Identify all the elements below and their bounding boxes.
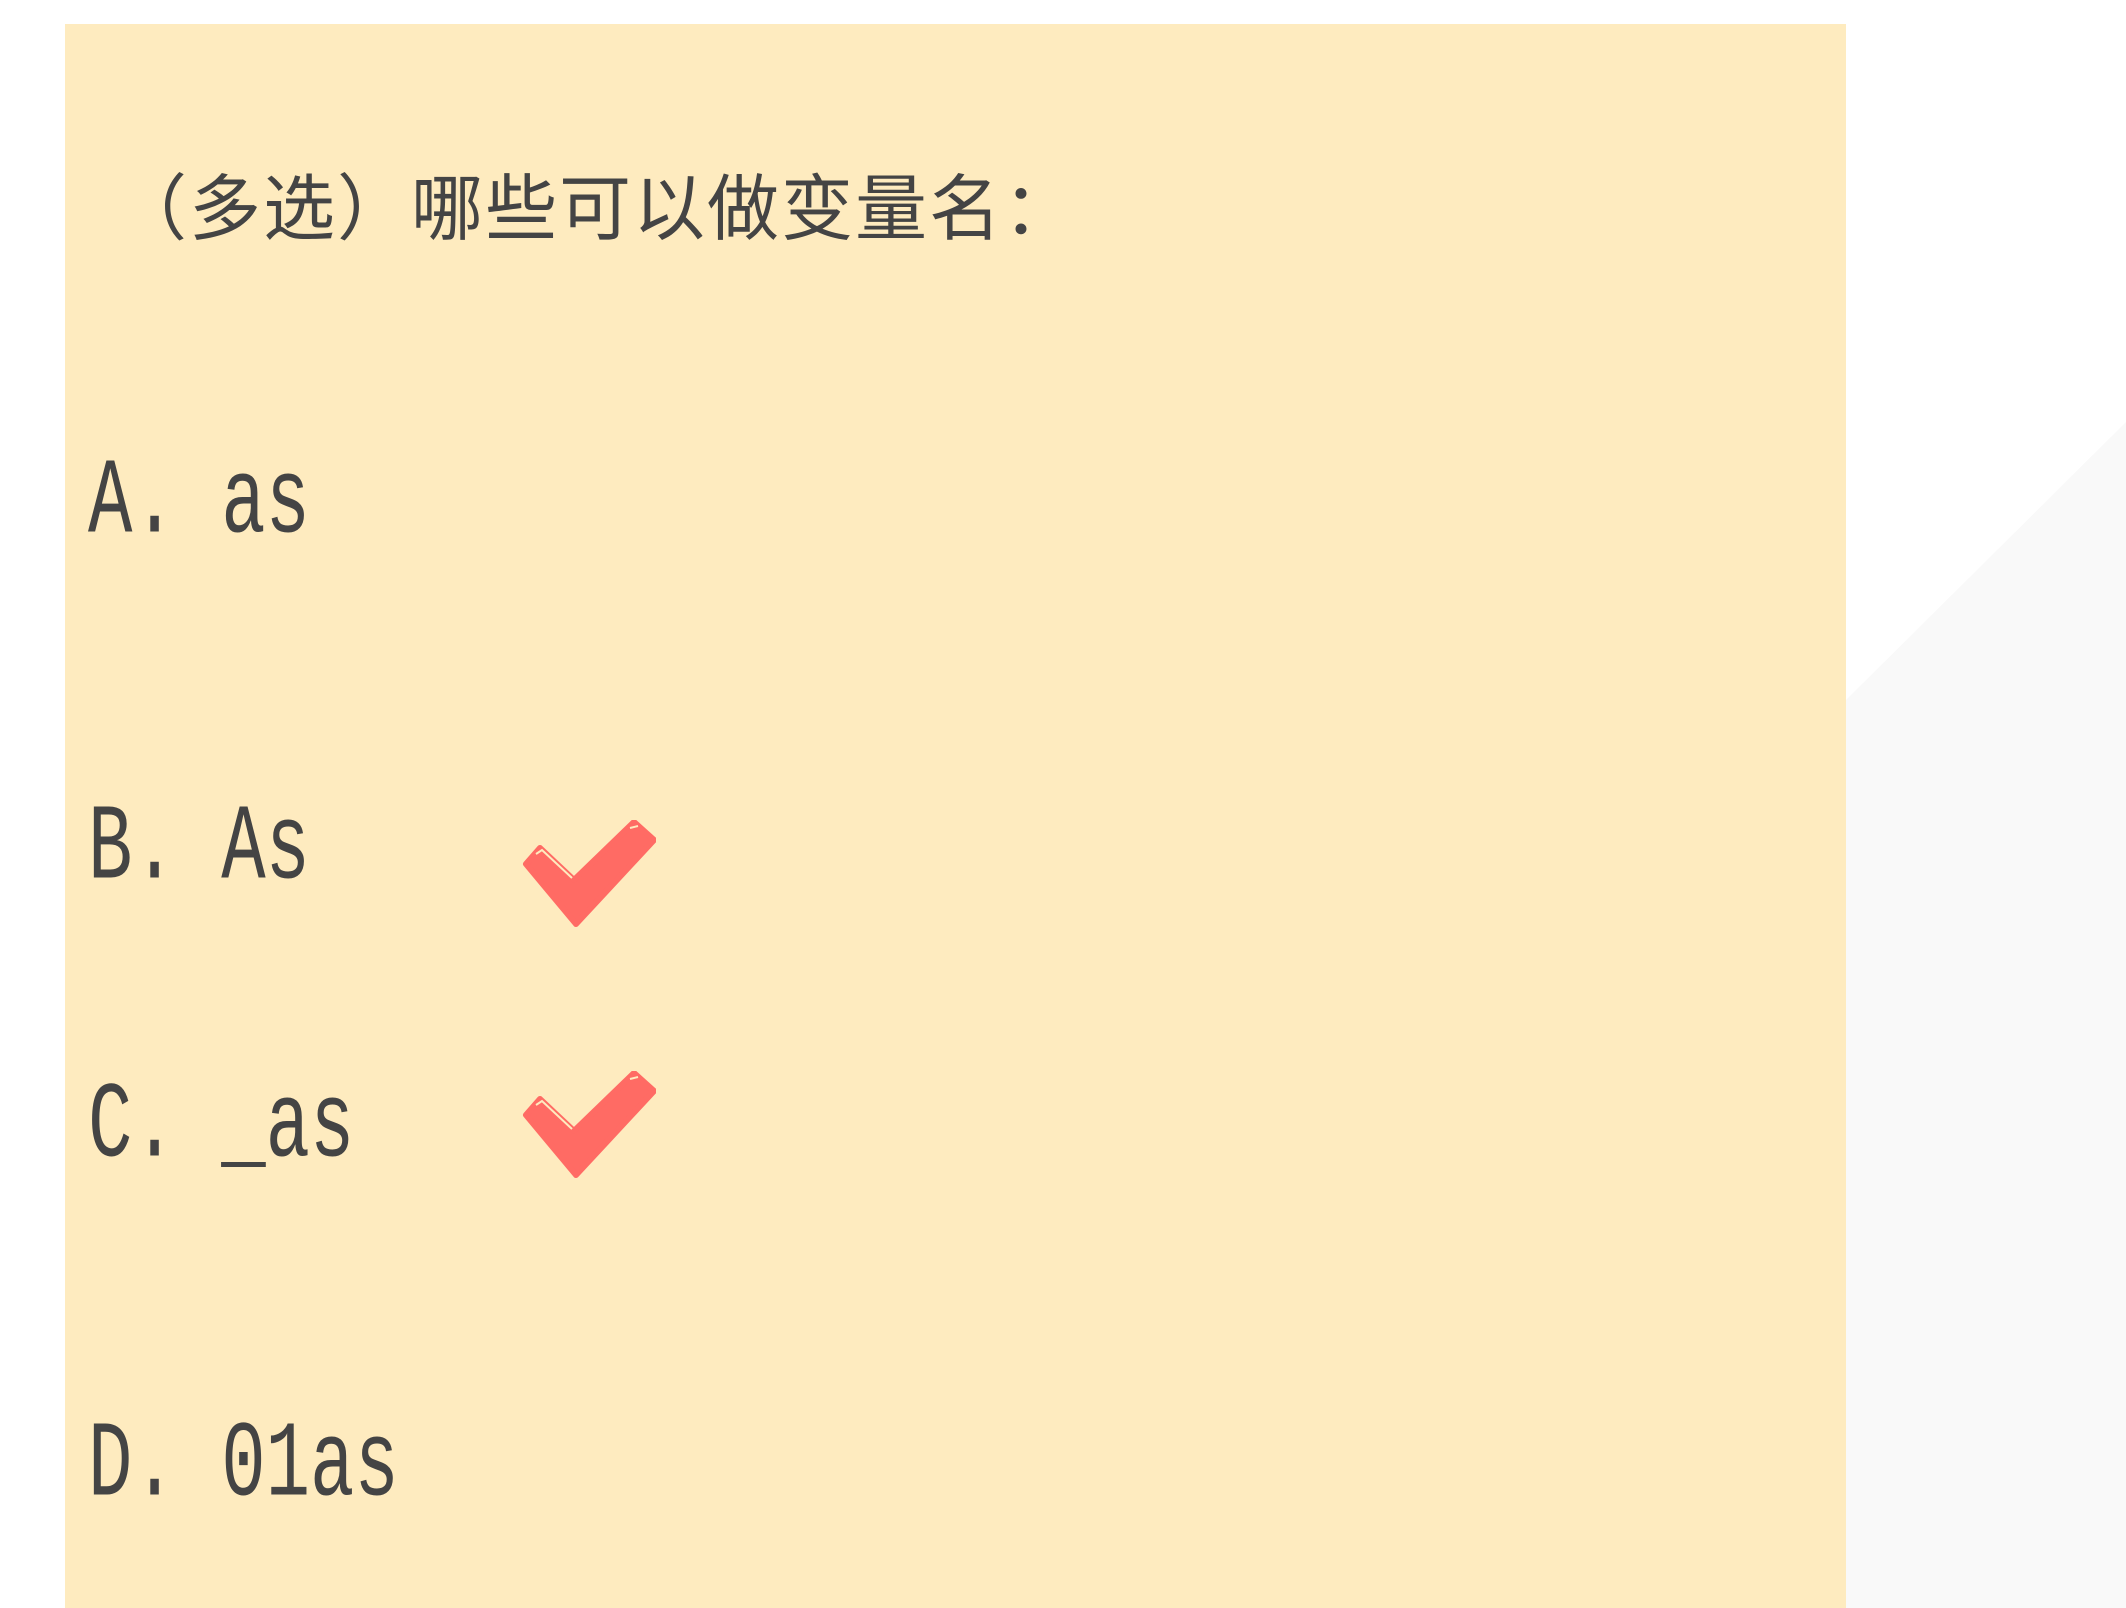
option-d[interactable]: D. 01as [88, 1406, 399, 1528]
checkmark-icon [523, 1071, 656, 1178]
checkmark-icon [523, 820, 656, 927]
option-c[interactable]: C. _as [88, 1067, 354, 1189]
option-a[interactable]: A. as [88, 443, 310, 565]
option-b[interactable]: B. As [88, 789, 310, 911]
question-text: （多选）哪些可以做变量名： [115, 167, 1078, 251]
question-card [65, 24, 1846, 1608]
